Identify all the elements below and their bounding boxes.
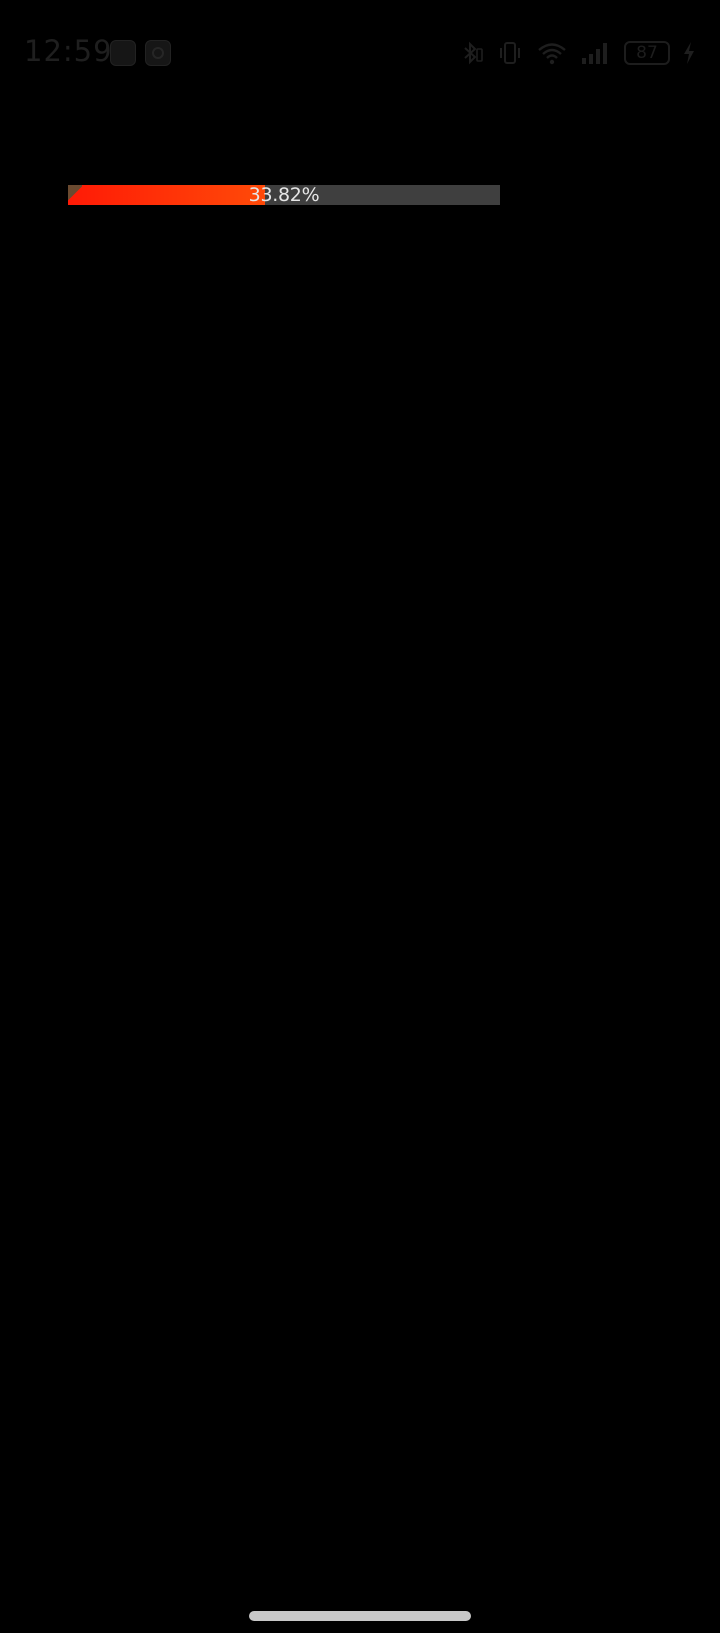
status-time: 12:59: [24, 34, 113, 68]
notification-app-icon: [110, 40, 136, 66]
status-bar: 12:59 87: [0, 0, 720, 100]
progress-bar: 33.82%: [68, 185, 500, 205]
progress-percentage: 33.82%: [248, 185, 320, 205]
vibrate-icon: [496, 40, 524, 66]
bluetooth-icon: [458, 40, 484, 66]
home-indicator[interactable]: [249, 1611, 471, 1621]
battery-level: 87: [636, 43, 658, 63]
signal-icon: [580, 40, 612, 66]
wifi-icon: [536, 40, 568, 66]
system-icons: 87: [458, 38, 696, 68]
notification-app-icon: [145, 40, 171, 66]
battery-icon: 87: [624, 41, 670, 65]
charging-icon: [682, 41, 696, 65]
